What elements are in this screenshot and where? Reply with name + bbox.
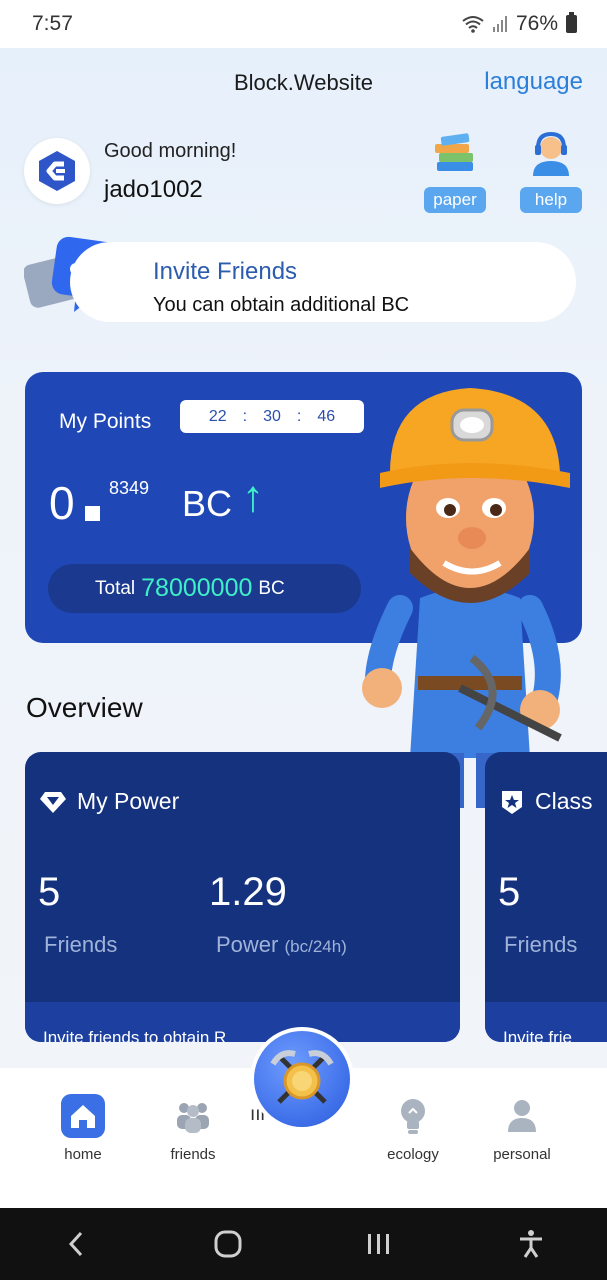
tab-ecology[interactable]: ecology [368, 1094, 458, 1163]
miner-mascot-illustration [362, 388, 570, 808]
tab-friends[interactable]: friends [148, 1094, 238, 1163]
greeting-block: Good morning! jado1002 paper help [24, 131, 584, 218]
power-label-group: Power (bc/24h) [216, 932, 347, 958]
lightbulb-icon-wrap [391, 1094, 435, 1138]
friends-count: 5 [38, 870, 61, 914]
card-footer[interactable]: Invite friends to obtain R [25, 1002, 460, 1042]
mine-button-face [254, 1031, 350, 1127]
home-nav-button[interactable] [198, 1219, 258, 1269]
decimal-point [85, 506, 100, 521]
help-button[interactable]: help [518, 128, 584, 213]
trend-up-icon: ↑ [242, 472, 264, 521]
friends-label: Friends [44, 932, 118, 957]
points-unit: BC [182, 483, 233, 524]
help-label: help [520, 187, 582, 213]
battery-level: 76% [515, 12, 558, 35]
total-label: Total [95, 577, 136, 599]
invite-title: Invite Friends [153, 258, 298, 285]
timer-seconds: 46 [317, 407, 336, 425]
total-unit: BC [258, 577, 285, 599]
points-decimal: 8349 [109, 478, 150, 498]
points-integer: 0 [49, 477, 75, 529]
paper-button[interactable]: paper [422, 128, 488, 213]
mine-button[interactable] [250, 1027, 354, 1131]
people-icon-wrap [171, 1094, 215, 1138]
tab-home[interactable]: home [38, 1094, 128, 1163]
friends-count: 5 [498, 870, 521, 914]
people-icon [177, 1103, 209, 1133]
countdown-timer: 22 : 30 : 46 [180, 400, 364, 433]
battery-icon [566, 12, 577, 33]
books-icon [435, 133, 473, 171]
card-header: My Power [39, 788, 179, 815]
tab-label: ecology [387, 1146, 439, 1163]
home-circle-icon [214, 1230, 242, 1258]
status-icons: 76% [462, 12, 577, 36]
tab-label: personal [493, 1146, 551, 1163]
my-power-card[interactable]: My Power 5 Friends 1.29 Power (bc/24h) I… [25, 752, 460, 1042]
power-label: Power [216, 932, 279, 957]
status-bar: 7:57 76% [0, 0, 607, 48]
support-agent-icon [533, 131, 569, 176]
app-screen: Block.Website language Good morning! jad… [0, 48, 607, 1068]
language-link[interactable]: language [484, 68, 583, 96]
home-icon-wrap [61, 1094, 105, 1138]
recents-icon [368, 1234, 390, 1254]
friends-label: Friends [504, 932, 578, 957]
total-value: 78000000 [141, 574, 253, 602]
invite-friends-banner[interactable]: Invite Friends You can obtain additional… [70, 242, 576, 322]
person-icon [508, 1100, 536, 1132]
paper-label: paper [424, 187, 486, 213]
card-title: Class [535, 788, 593, 814]
status-time: 7:57 [32, 12, 73, 35]
accessibility-button[interactable] [501, 1219, 561, 1269]
points-label: My Points [59, 410, 152, 433]
avatar[interactable] [24, 138, 90, 204]
system-nav-bar [0, 1208, 607, 1280]
pickaxe-coin-icon [270, 1050, 334, 1104]
back-chevron-icon [68, 1231, 82, 1257]
card-title: My Power [77, 788, 180, 814]
timer-hours: 22 [208, 407, 227, 425]
greeting-text: Good morning! [104, 140, 237, 162]
brand-logo-icon [39, 151, 75, 191]
back-button[interactable] [46, 1219, 106, 1269]
card-header: Class [499, 788, 593, 815]
signal-icon [492, 16, 507, 32]
tab-label: friends [170, 1146, 216, 1163]
timer-minutes: 30 [263, 407, 281, 425]
wifi-icon [462, 16, 484, 33]
card-footer[interactable]: Invite frie [485, 1002, 607, 1042]
timer-sep: : [242, 407, 248, 425]
diamond-icon [40, 791, 66, 813]
person-icon-wrap [500, 1094, 544, 1138]
power-value: 1.29 [209, 870, 287, 914]
overview-heading: Overview [26, 692, 143, 723]
tab-personal[interactable]: personal [477, 1094, 567, 1163]
top-bar: Block.Website language [0, 48, 607, 114]
timer-sep: : [296, 407, 302, 425]
power-unit: (bc/24h) [284, 937, 347, 956]
lightbulb-icon [401, 1099, 425, 1134]
tab-label: home [64, 1146, 102, 1163]
username: jado1002 [104, 176, 203, 203]
home-icon [61, 1094, 105, 1138]
total-supply: Total 78000000 BC [48, 564, 361, 613]
class-card[interactable]: Class 5 Friends Invite frie [485, 752, 607, 1042]
star-badge-icon [502, 790, 522, 814]
recents-button[interactable] [349, 1219, 409, 1269]
invite-subtitle: You can obtain additional BC [153, 294, 410, 316]
accessibility-icon [520, 1230, 543, 1258]
